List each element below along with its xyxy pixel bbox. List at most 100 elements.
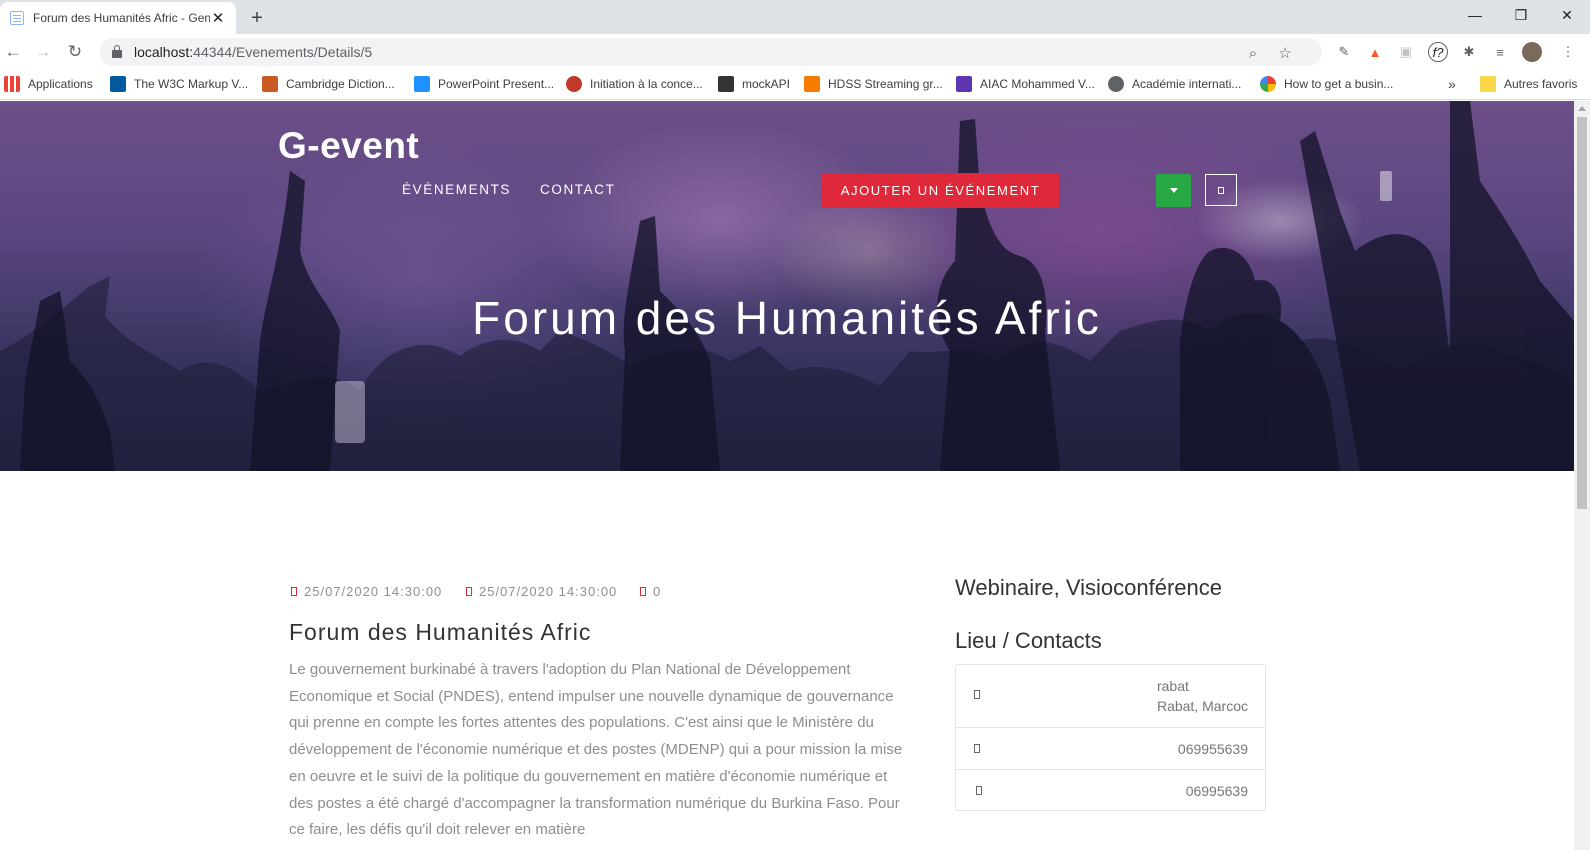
- bookmark-applications[interactable]: Applications: [4, 76, 93, 92]
- mobile-icon: [976, 786, 982, 795]
- bookmark-label: Initiation à la conce...: [590, 77, 703, 91]
- contacts-card: rabat Rabat, Marcoc 069955639 06995639: [955, 664, 1266, 811]
- globe-icon: [1108, 76, 1124, 92]
- event-category: Webinaire, Visioconférence: [955, 575, 1223, 600]
- back-arrow-icon[interactable]: ←: [0, 39, 26, 65]
- site-brand-logo[interactable]: G-event: [278, 125, 419, 167]
- lock-icon: [112, 45, 122, 58]
- contacts-heading: Lieu / Contacts: [955, 628, 1102, 653]
- event-start-date: 25/07/2020 14:30:00: [291, 584, 442, 599]
- browser-toolbar: ← → ↻ localhost: 44344/Evenements/Details…: [0, 34, 1590, 70]
- extension-fx-icon[interactable]: f?: [1428, 42, 1448, 62]
- url-host: localhost:: [134, 44, 194, 60]
- nav-link-evenements[interactable]: ÉVÉNEMENTS: [402, 182, 511, 197]
- address-bar[interactable]: localhost: 44344/Evenements/Details/5 ⌕ ☆: [100, 38, 1322, 66]
- caret-down-icon: [1169, 188, 1178, 193]
- extension-fire-icon[interactable]: ▲: [1365, 42, 1385, 62]
- bookmark-label: HDSS Streaming gr...: [828, 77, 943, 91]
- bookmark-label: Cambridge Diction...: [286, 77, 395, 91]
- hero-banner: G-event ÉVÉNEMENTS CONTACT AJOUTER UN ÉV…: [0, 101, 1574, 471]
- phone-icon: [974, 744, 980, 753]
- event-title: Forum des Humanités Afric: [289, 619, 592, 645]
- new-tab-button[interactable]: +: [244, 5, 270, 31]
- calendar-icon: [466, 587, 472, 596]
- bookmark-aiac[interactable]: AIAC Mohammed V...: [956, 76, 1095, 92]
- bookmark-label: Académie internati...: [1132, 77, 1242, 91]
- profile-avatar[interactable]: [1522, 42, 1542, 62]
- bookmark-other-favorites[interactable]: Autres favoris: [1480, 76, 1577, 92]
- event-count-text: 0: [653, 584, 662, 599]
- add-event-button[interactable]: AJOUTER UN ÉVÉNEMENT: [822, 173, 1059, 208]
- window-close-button[interactable]: ✕: [1544, 0, 1590, 30]
- forward-arrow-icon[interactable]: →: [30, 39, 56, 65]
- google-icon: [1260, 76, 1276, 92]
- reload-icon[interactable]: ↻: [62, 39, 88, 65]
- bookmark-label: mockAPI: [742, 77, 791, 91]
- window-minimize-button[interactable]: —: [1452, 0, 1498, 30]
- bookmark-label: How to get a busin...: [1284, 77, 1394, 91]
- tab-close-icon[interactable]: ✕: [210, 9, 226, 27]
- bookmark-label: Autres favoris: [1504, 77, 1578, 91]
- event-description: Le gouvernement burkinabé à travers l'ad…: [289, 661, 903, 839]
- map-marker-icon: [974, 690, 980, 699]
- scrollbar-thumb[interactable]: [1577, 117, 1587, 509]
- page-viewport: G-event ÉVÉNEMENTS CONTACT AJOUTER UN ÉV…: [0, 101, 1574, 850]
- bookmarks-bar: Applications The W3C Markup V... Cambrid…: [0, 70, 1590, 100]
- w3c-icon: [110, 76, 126, 92]
- scroll-up-arrow-icon[interactable]: [1578, 106, 1586, 111]
- bookmarks-overflow-button[interactable]: »: [1448, 76, 1456, 92]
- aiac-icon: [956, 76, 972, 92]
- bookmark-label: Applications: [28, 77, 93, 91]
- contact-row-mobile: 06995639: [956, 769, 1265, 811]
- bookmark-mockapi[interactable]: mockAPI: [718, 76, 790, 92]
- bookmark-academie[interactable]: Académie internati...: [1108, 76, 1241, 92]
- zoom-icon[interactable]: ⌕: [1244, 44, 1262, 62]
- event-end-date: 25/07/2020 14:30:00: [466, 584, 617, 599]
- bookmark-business[interactable]: How to get a busin...: [1260, 76, 1393, 92]
- address-line-2: Rabat, Marcoc: [1156, 698, 1248, 714]
- crowd-silhouette-image: [0, 101, 1574, 471]
- page-favicon-icon: [10, 11, 24, 25]
- square-menu-button[interactable]: [1205, 174, 1237, 206]
- bookmark-label: PowerPoint Present...: [438, 77, 555, 91]
- extensions-puzzle-icon[interactable]: ✱: [1459, 42, 1479, 62]
- bookmark-star-icon[interactable]: ☆: [1276, 44, 1294, 62]
- nav-link-contact[interactable]: CONTACT: [540, 182, 615, 197]
- contact-row-phone: 069955639: [956, 727, 1265, 769]
- bookmark-initiation[interactable]: Initiation à la conce...: [566, 76, 703, 92]
- hero-title: Forum des Humanités Afric: [472, 292, 1102, 344]
- event-end-text: 25/07/2020 14:30:00: [479, 584, 618, 599]
- bookmark-w3c[interactable]: The W3C Markup V...: [110, 76, 248, 92]
- event-count: 0: [640, 584, 661, 599]
- powerpoint-icon: [414, 76, 430, 92]
- address-line-1: rabat: [1156, 678, 1189, 694]
- apps-grid-icon: [4, 76, 20, 92]
- browser-menu-icon[interactable]: ⋮: [1558, 42, 1578, 62]
- calendar-icon: [291, 587, 297, 596]
- cambridge-icon: [262, 76, 278, 92]
- page-scrollbar[interactable]: [1574, 101, 1590, 850]
- window-maximize-button[interactable]: ❐: [1498, 0, 1544, 30]
- conception-icon: [566, 76, 582, 92]
- phone-text: 069955639: [1177, 741, 1248, 757]
- extension-tools-icon[interactable]: ✎: [1334, 42, 1354, 62]
- hdss-icon: [804, 76, 820, 92]
- user-dropdown-button[interactable]: [1156, 174, 1191, 207]
- extension-box-icon[interactable]: ▣: [1396, 42, 1416, 62]
- browser-tab-active[interactable]: Forum des Humanités Afric - Gen ✕: [0, 2, 236, 34]
- bookmark-powerpoint[interactable]: PowerPoint Present...: [414, 76, 554, 92]
- event-start-text: 25/07/2020 14:30:00: [304, 584, 443, 599]
- bookmark-label: AIAC Mohammed V...: [980, 77, 1095, 91]
- contact-row-address: rabat Rabat, Marcoc: [956, 665, 1265, 727]
- bookmark-cambridge[interactable]: Cambridge Diction...: [262, 76, 395, 92]
- bookmark-label: The W3C Markup V...: [134, 77, 249, 91]
- mockapi-icon: [718, 76, 734, 92]
- browser-tab-strip: Forum des Humanités Afric - Gen ✕ + — ❐ …: [0, 0, 1590, 34]
- media-queue-icon[interactable]: ≡: [1490, 42, 1510, 62]
- bookmark-hdss[interactable]: HDSS Streaming gr...: [804, 76, 943, 92]
- folder-icon: [1480, 76, 1496, 92]
- address-text: rabat Rabat, Marcoc: [1157, 676, 1248, 716]
- tab-title: Forum des Humanités Afric - Gen: [33, 11, 210, 25]
- mobile-text: 06995639: [1185, 783, 1248, 799]
- url-path: 44344/Evenements/Details/5: [193, 44, 373, 60]
